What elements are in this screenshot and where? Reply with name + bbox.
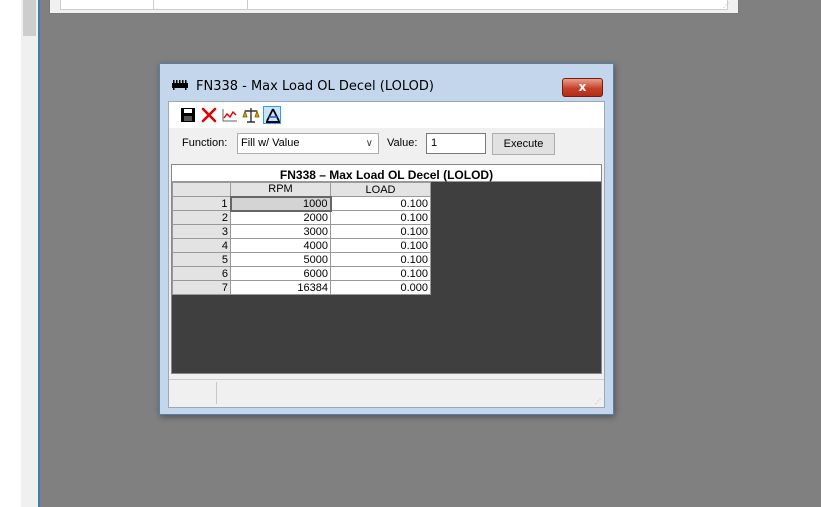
graph-button[interactable] bbox=[221, 106, 239, 124]
chip-icon bbox=[172, 80, 188, 90]
table-row: 6 6000 0.100 bbox=[172, 266, 431, 281]
table-row: 7 16384 0.000 bbox=[172, 280, 431, 295]
scrollbar-thumb[interactable] bbox=[23, 0, 36, 36]
graph-icon bbox=[222, 109, 237, 122]
function-select-value: Fill w/ Value bbox=[241, 137, 300, 149]
column-header-load[interactable]: LOAD bbox=[330, 182, 431, 197]
row-header[interactable]: 1 bbox=[172, 196, 231, 211]
rpm-cell[interactable]: 5000 bbox=[230, 252, 331, 267]
load-cell[interactable]: 0.100 bbox=[330, 224, 431, 239]
data-table: RPM LOAD 1 1000 0.100 2 2000 0.100 3 300… bbox=[172, 182, 431, 295]
rpm-cell[interactable]: 1000 bbox=[229, 195, 332, 212]
rpm-cell[interactable]: 2000 bbox=[230, 210, 331, 225]
rpm-cell[interactable]: 4000 bbox=[230, 238, 331, 253]
corner-header[interactable] bbox=[172, 182, 231, 197]
function-label: Function: bbox=[182, 137, 228, 149]
table-editor-window: FN338 - Max Load OL Decel (LOLOD) x Func… bbox=[159, 63, 614, 415]
table-row: 1 1000 0.100 bbox=[172, 195, 431, 212]
background-window-statusbar bbox=[60, 0, 728, 10]
rpm-cell[interactable]: 6000 bbox=[230, 266, 331, 281]
table-title: FN338 – Max Load OL Decel (LOLOD) bbox=[172, 165, 601, 182]
rpm-cell[interactable]: 3000 bbox=[230, 224, 331, 239]
background-window[interactable]: ⋰ bbox=[49, 0, 739, 14]
window-client-area: Function: Fill w/ Value ∨ Value: 1 Execu… bbox=[168, 101, 605, 408]
load-cell[interactable]: 0.100 bbox=[330, 266, 431, 281]
compass-icon bbox=[266, 108, 280, 123]
save-button[interactable] bbox=[179, 106, 197, 124]
save-icon bbox=[181, 108, 195, 122]
vertical-scrollbar[interactable] bbox=[21, 0, 38, 507]
table-header-row: RPM LOAD bbox=[172, 182, 431, 197]
scale-icon bbox=[242, 108, 260, 123]
left-margin bbox=[0, 0, 21, 507]
resize-grip-icon[interactable]: ⋰ bbox=[723, 2, 729, 9]
close-button[interactable]: x bbox=[562, 78, 603, 97]
delete-button[interactable] bbox=[200, 106, 218, 124]
row-header[interactable]: 5 bbox=[172, 252, 231, 267]
compass-button[interactable] bbox=[263, 106, 281, 124]
delete-icon bbox=[201, 107, 217, 123]
toolbar bbox=[169, 102, 604, 128]
value-input[interactable]: 1 bbox=[426, 133, 486, 154]
row-header[interactable]: 7 bbox=[172, 280, 231, 295]
table-row: 4 4000 0.100 bbox=[172, 238, 431, 253]
status-bar: ⋰ bbox=[169, 379, 604, 407]
rpm-cell[interactable]: 16384 bbox=[230, 280, 331, 295]
load-cell[interactable]: 0.100 bbox=[330, 196, 431, 211]
table-row: 3 3000 0.100 bbox=[172, 224, 431, 239]
function-select[interactable]: Fill w/ Value ∨ bbox=[237, 133, 379, 154]
row-header[interactable]: 3 bbox=[172, 224, 231, 239]
row-header[interactable]: 4 bbox=[172, 238, 231, 253]
function-bar: Function: Fill w/ Value ∨ Value: 1 Execu… bbox=[169, 130, 604, 156]
load-cell[interactable]: 0.100 bbox=[330, 252, 431, 267]
window-title: FN338 - Max Load OL Decel (LOLOD) bbox=[196, 79, 434, 94]
status-separator bbox=[153, 0, 154, 9]
status-separator bbox=[216, 382, 217, 404]
load-cell[interactable]: 0.100 bbox=[330, 238, 431, 253]
table-row: 2 2000 0.100 bbox=[172, 210, 431, 225]
resize-grip-icon[interactable]: ⋰ bbox=[595, 399, 601, 405]
value-label: Value: bbox=[387, 137, 418, 149]
chevron-down-icon: ∨ bbox=[365, 138, 373, 149]
execute-button[interactable]: Execute bbox=[492, 133, 555, 155]
row-header[interactable]: 2 bbox=[172, 210, 231, 225]
table-title-text: FN338 – Max Load OL Decel (LOLOD) bbox=[279, 168, 494, 182]
status-separator bbox=[247, 0, 248, 9]
column-header-rpm[interactable]: RPM bbox=[230, 182, 331, 197]
load-cell[interactable]: 0.000 bbox=[330, 280, 431, 295]
load-cell[interactable]: 0.100 bbox=[330, 210, 431, 225]
scale-button[interactable] bbox=[242, 106, 260, 124]
close-icon: x bbox=[578, 80, 587, 94]
title-bar[interactable]: FN338 - Max Load OL Decel (LOLOD) x bbox=[160, 64, 613, 100]
row-header[interactable]: 6 bbox=[172, 266, 231, 281]
table-row: 5 5000 0.100 bbox=[172, 252, 431, 267]
table-grid-area: FN338 – Max Load OL Decel (LOLOD) RPM LO… bbox=[171, 164, 602, 374]
